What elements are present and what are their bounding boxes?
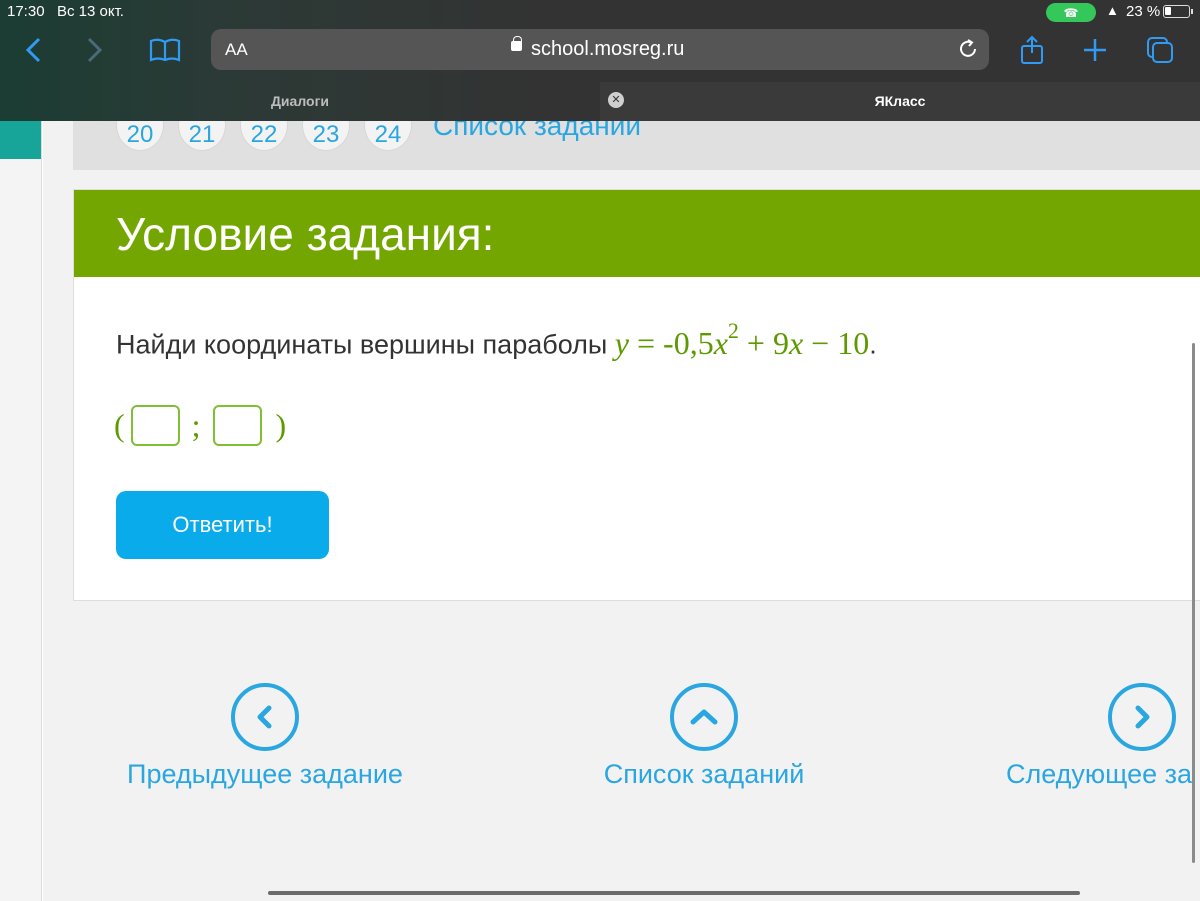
task-header: Условие задания: <box>74 190 1200 277</box>
share-icon[interactable] <box>1015 33 1049 67</box>
chevron-left-icon[interactable] <box>231 683 299 751</box>
task-number-24[interactable]: 24 <box>364 121 412 151</box>
close-paren: ) <box>275 407 287 443</box>
task-number-20[interactable]: 20 <box>116 121 164 151</box>
address-bar[interactable]: AA school.mosreg.ru <box>211 29 989 70</box>
status-time: 17:30 <box>7 3 45 20</box>
vertical-scrollbar[interactable] <box>1192 343 1195 863</box>
next-task-link[interactable]: Следующее за <box>1006 683 1200 790</box>
answer-row: ( ; ) <box>114 405 286 446</box>
task-number-bar: 20 21 22 23 24 Список заданий <box>73 121 1200 170</box>
wifi-icon: ▲ <box>1106 3 1119 18</box>
task-list-bottom-label[interactable]: Список заданий <box>604 759 805 789</box>
forward-icon[interactable] <box>78 33 112 67</box>
task-card: Условие задания: Найди координаты вершин… <box>73 189 1200 601</box>
answer-y-input[interactable] <box>212 405 262 446</box>
lock-icon <box>511 36 522 51</box>
tab-bar: Диалоги ЯКласс <box>0 82 1200 121</box>
task-number-23[interactable]: 23 <box>302 121 350 151</box>
home-indicator[interactable] <box>268 891 1080 895</box>
next-task-label[interactable]: Следующее за <box>1006 759 1192 789</box>
prev-task-label[interactable]: Предыдущее задание <box>127 759 403 789</box>
question-end: . <box>869 329 877 360</box>
battery-percent: 23 % <box>1126 3 1161 20</box>
chevron-right-icon[interactable] <box>1108 683 1176 751</box>
bookmarks-icon[interactable] <box>148 33 182 67</box>
answer-x-input[interactable] <box>130 405 180 446</box>
chevron-up-icon[interactable] <box>670 683 738 751</box>
task-list-bottom-link[interactable]: Список заданий <box>589 683 819 790</box>
submit-button[interactable]: Ответить! <box>116 491 329 559</box>
status-date: Вс 13 окт. <box>57 3 124 20</box>
question-text: Найди координаты вершины параболы <box>116 329 608 360</box>
battery-icon <box>1163 5 1190 18</box>
task-heading: Условие задания: <box>116 208 495 260</box>
prev-task-link[interactable]: Предыдущее задание <box>120 683 410 790</box>
separator: ; <box>191 407 201 443</box>
text-size-button[interactable]: AA <box>225 40 248 60</box>
open-paren: ( <box>114 407 125 443</box>
tab-dialogs[interactable]: Диалоги <box>0 82 600 121</box>
url-text[interactable]: school.mosreg.ru <box>531 38 684 61</box>
tab-yaklass[interactable]: ЯКласс <box>600 82 1200 121</box>
status-bar: 17:30 Вс 13 окт. ☎ ▲ 23 % <box>0 0 1200 24</box>
sidebar-accent <box>0 121 41 159</box>
task-number-21[interactable]: 21 <box>178 121 226 151</box>
task-list-link[interactable]: Список заданий <box>433 121 641 142</box>
tabs-overview-icon[interactable] <box>1143 33 1177 67</box>
reload-icon[interactable] <box>957 38 979 60</box>
left-sidebar <box>0 121 42 901</box>
browser-chrome: 17:30 Вс 13 окт. ☎ ▲ 23 % AA school.mosr… <box>0 0 1200 121</box>
formula: y = -0,5x2 + 9x − 10 <box>614 318 870 361</box>
task-number-22[interactable]: 22 <box>240 121 288 151</box>
question: Найди координаты вершины параболы y = -0… <box>116 318 877 362</box>
back-icon[interactable] <box>16 33 50 67</box>
battery-tip <box>1191 9 1193 14</box>
new-tab-icon[interactable] <box>1078 33 1112 67</box>
close-tab-icon[interactable]: ✕ <box>608 92 624 108</box>
phone-call-icon[interactable]: ☎ <box>1046 3 1096 22</box>
